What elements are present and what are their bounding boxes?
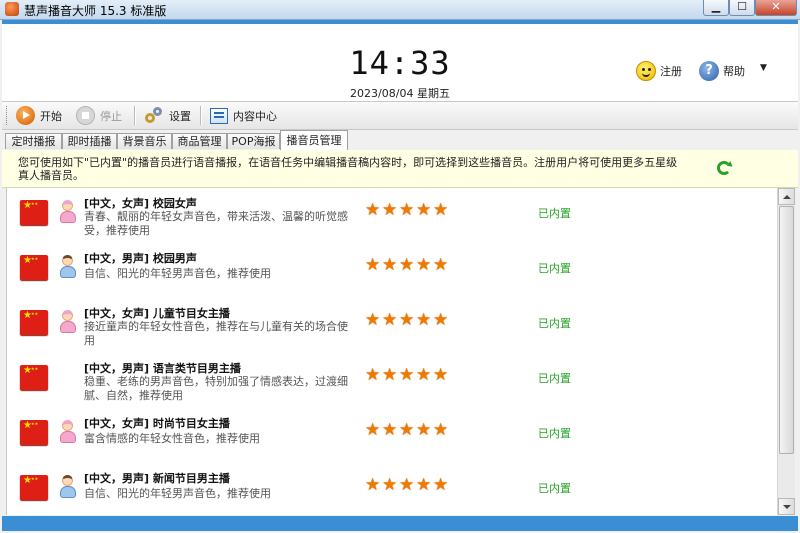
smiley-icon (636, 61, 656, 81)
scroll-thumb[interactable] (779, 206, 794, 454)
announcer-row[interactable]: [中文，男声] 新闻节目男主播 自信、阳光的年轻男声音色，推荐使用 ★★★★★ … (7, 463, 778, 515)
tab-bar: 定时播报 即时插播 背景音乐 商品管理 POP海报 播音员管理 (2, 130, 798, 151)
toolbar-grip[interactable] (6, 106, 10, 125)
female-avatar-icon (59, 420, 77, 444)
announcer-description: 接近童声的年轻女性音色，推荐在与儿童有关的场合使用 (84, 320, 348, 347)
start-label: 开始 (40, 109, 62, 123)
help-label: 帮助 (723, 65, 745, 78)
settings-button[interactable]: 设置 (144, 105, 191, 126)
status-badge: 已内置 (538, 317, 571, 330)
rating-stars: ★ ★ ★ ★ ★ (365, 200, 449, 220)
play-icon (16, 106, 35, 125)
stop-icon (76, 106, 95, 125)
status-bar (2, 516, 798, 531)
stop-button[interactable]: 停止 (76, 105, 122, 126)
announcer-list[interactable]: [中文，女声] 校园女声 青春、靓丽的年轻女声音色，带来活泼、温馨的听觉感受，推… (6, 188, 778, 515)
announcer-description: 自信、阳光的年轻男声音色，推荐使用 (84, 487, 271, 500)
tab-announcer-management[interactable]: 播音员管理 (280, 130, 348, 150)
tab-pop-poster[interactable]: POP海报 (227, 133, 280, 149)
title-bar[interactable]: 慧声播音大师 15.3 标准版 ▁ ☐ ✕ (0, 0, 800, 20)
notice-text: 您可使用如下"已内置"的播音员进行语音播报，在语音任务中编辑播音稿内容时，即可选… (18, 156, 678, 182)
announcer-description: 稳重、老练的男声音色，特别加强了情感表达，过渡细腻、自然，推荐使用 (84, 375, 348, 402)
tab-product-management[interactable]: 商品管理 (172, 133, 227, 149)
announcer-row[interactable]: [中文，女声] 校园女声 青春、靓丽的年轻女声音色，带来活泼、温馨的听觉感受，推… (7, 188, 778, 244)
content-center-icon (210, 107, 228, 124)
help-button[interactable]: ? 帮助 (699, 60, 745, 82)
announcer-row[interactable]: [中文，男声] 语言类节目男主播 稳重、老练的男声音色，特别加强了情感表达，过渡… (7, 353, 778, 409)
toolbar-divider (134, 106, 136, 125)
settings-label: 设置 (169, 109, 191, 123)
tab-instant-broadcast[interactable]: 即时插播 (62, 133, 117, 149)
announcer-description: 富含情感的年轻女性音色，推荐使用 (84, 432, 260, 445)
status-badge: 已内置 (538, 207, 571, 220)
tab-scheduled-broadcast[interactable]: 定时播报 (5, 133, 62, 149)
female-avatar-icon (59, 310, 77, 334)
rating-stars: ★ ★ ★ ★ ★ (365, 310, 449, 330)
announcer-title: [中文，男声] 语言类节目男主播 (84, 362, 241, 375)
rating-stars: ★ ★ ★ ★ ★ (365, 255, 449, 275)
toolbar-divider (200, 106, 202, 125)
china-flag-icon (20, 420, 48, 445)
china-flag-icon (20, 255, 48, 280)
close-button[interactable]: ✕ (755, 0, 797, 16)
refresh-icon[interactable] (717, 161, 731, 175)
china-flag-icon (20, 475, 48, 500)
help-icon: ? (699, 61, 719, 81)
status-badge: 已内置 (538, 262, 571, 275)
info-notice: 您可使用如下"已内置"的播音员进行语音播报，在语音任务中编辑播音稿内容时，即可选… (2, 150, 798, 188)
rating-stars: ★ ★ ★ ★ ★ (365, 475, 449, 495)
announcer-title: [中文，男声] 校园男声 (84, 252, 197, 265)
china-flag-icon (20, 365, 48, 390)
app-window: 慧声播音大师 15.3 标准版 ▁ ☐ ✕ 14:33 2023/08/04 星… (0, 0, 800, 533)
stop-label: 停止 (100, 109, 122, 123)
female-avatar-icon (59, 200, 77, 224)
announcer-row[interactable]: [中文，女声] 时尚节目女主播 富含情感的年轻女性音色，推荐使用 ★★★★★ 已… (7, 408, 778, 464)
announcer-row[interactable]: [中文，女声] 儿童节目女主播 接近童声的年轻女性音色，推荐在与儿童有关的场合使… (7, 298, 778, 354)
announcer-description: 自信、阳光的年轻男声音色，推荐使用 (84, 267, 271, 280)
toolbar: 开始 停止 设置 内容中心 (2, 101, 798, 130)
content-center-button[interactable]: 内容中心 (210, 105, 277, 126)
window-title: 慧声播音大师 15.3 标准版 (24, 4, 167, 18)
announcer-title: [中文，男声] 新闻节目男主播 (84, 472, 230, 485)
announcer-title: [中文，女声] 儿童节目女主播 (84, 307, 230, 320)
rating-stars: ★ ★ ★ ★ ★ (365, 365, 449, 385)
status-badge: 已内置 (538, 372, 571, 385)
start-button[interactable]: 开始 (16, 105, 62, 126)
vertical-scrollbar[interactable] (777, 188, 795, 515)
status-badge: 已内置 (538, 482, 571, 495)
announcer-row[interactable]: [中文，男声] 校园男声 自信、阳光的年轻男声音色，推荐使用 ★★★★★ 已内置 (7, 243, 778, 299)
register-label: 注册 (660, 65, 682, 78)
scroll-up-button[interactable] (778, 188, 795, 205)
app-logo-icon (5, 2, 19, 16)
male-avatar-icon (59, 475, 77, 499)
status-badge: 已内置 (538, 427, 571, 440)
tab-background-music[interactable]: 背景音乐 (117, 133, 172, 149)
male-avatar-icon (59, 255, 77, 279)
announcer-title: [中文，女声] 时尚节目女主播 (84, 417, 230, 430)
scroll-down-button[interactable] (778, 498, 795, 515)
clock-date: 2023/08/04 星期五 (350, 87, 450, 100)
announcer-title: [中文，女声] 校园女声 (84, 197, 197, 210)
minimize-button[interactable]: ▁ (703, 0, 729, 16)
maximize-button[interactable]: ☐ (729, 0, 755, 16)
chevron-down-icon[interactable]: ▼ (760, 63, 767, 73)
rating-stars: ★ ★ ★ ★ ★ (365, 420, 449, 440)
announcer-description: 青春、靓丽的年轻女声音色，带来活泼、温馨的听觉感受，推荐使用 (84, 210, 348, 237)
header-panel: 14:33 2023/08/04 星期五 注册 ? 帮助 ▼ (2, 20, 798, 102)
china-flag-icon (20, 200, 48, 225)
content-center-label: 内容中心 (233, 109, 277, 123)
gear-icon (144, 106, 164, 126)
china-flag-icon (20, 310, 48, 335)
register-button[interactable]: 注册 (636, 60, 682, 82)
